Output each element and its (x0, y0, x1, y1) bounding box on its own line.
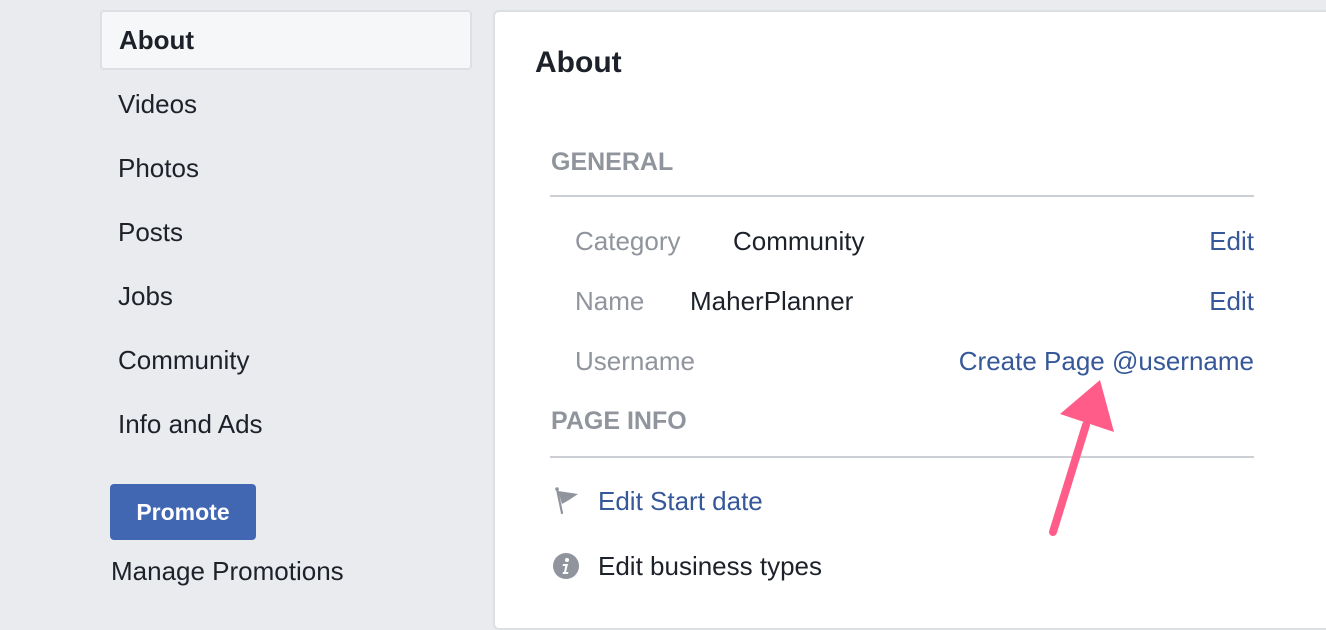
create-username-link[interactable]: Create Page @username (959, 346, 1254, 377)
page-info-section-header: PAGE INFO (551, 407, 687, 435)
sidebar-item-posts[interactable]: Posts (100, 202, 472, 262)
sidebar-item-photos[interactable]: Photos (100, 138, 472, 198)
flag-icon (555, 487, 578, 515)
sidebar-item-community[interactable]: Community (100, 330, 472, 390)
manage-promotions-link[interactable]: Manage Promotions (111, 556, 344, 587)
sidebar-nav: About Videos Photos Posts Jobs Community… (100, 10, 472, 458)
sidebar-item-info-and-ads[interactable]: Info and Ads (100, 394, 472, 454)
general-section-header: GENERAL (551, 148, 674, 176)
about-panel (493, 10, 1326, 630)
edit-business-types-link[interactable]: Edit business types (598, 551, 822, 582)
promote-button[interactable]: Promote (110, 484, 256, 540)
edit-name-link[interactable]: Edit (1209, 286, 1254, 317)
edit-category-link[interactable]: Edit (1209, 226, 1254, 257)
category-label: Category (575, 226, 681, 256)
general-divider (550, 195, 1254, 197)
info-icon (553, 553, 579, 579)
page-info-divider (550, 456, 1254, 458)
name-label: Name (575, 286, 645, 316)
sidebar-item-videos[interactable]: Videos (100, 74, 472, 134)
page-title: About (535, 46, 622, 79)
sidebar-item-jobs[interactable]: Jobs (100, 266, 472, 326)
category-value: Community (733, 226, 865, 256)
name-value: MaherPlanner (690, 286, 854, 316)
edit-start-date-link[interactable]: Edit Start date (598, 486, 763, 517)
sidebar-item-about[interactable]: About (100, 10, 472, 70)
username-label: Username (575, 346, 695, 376)
